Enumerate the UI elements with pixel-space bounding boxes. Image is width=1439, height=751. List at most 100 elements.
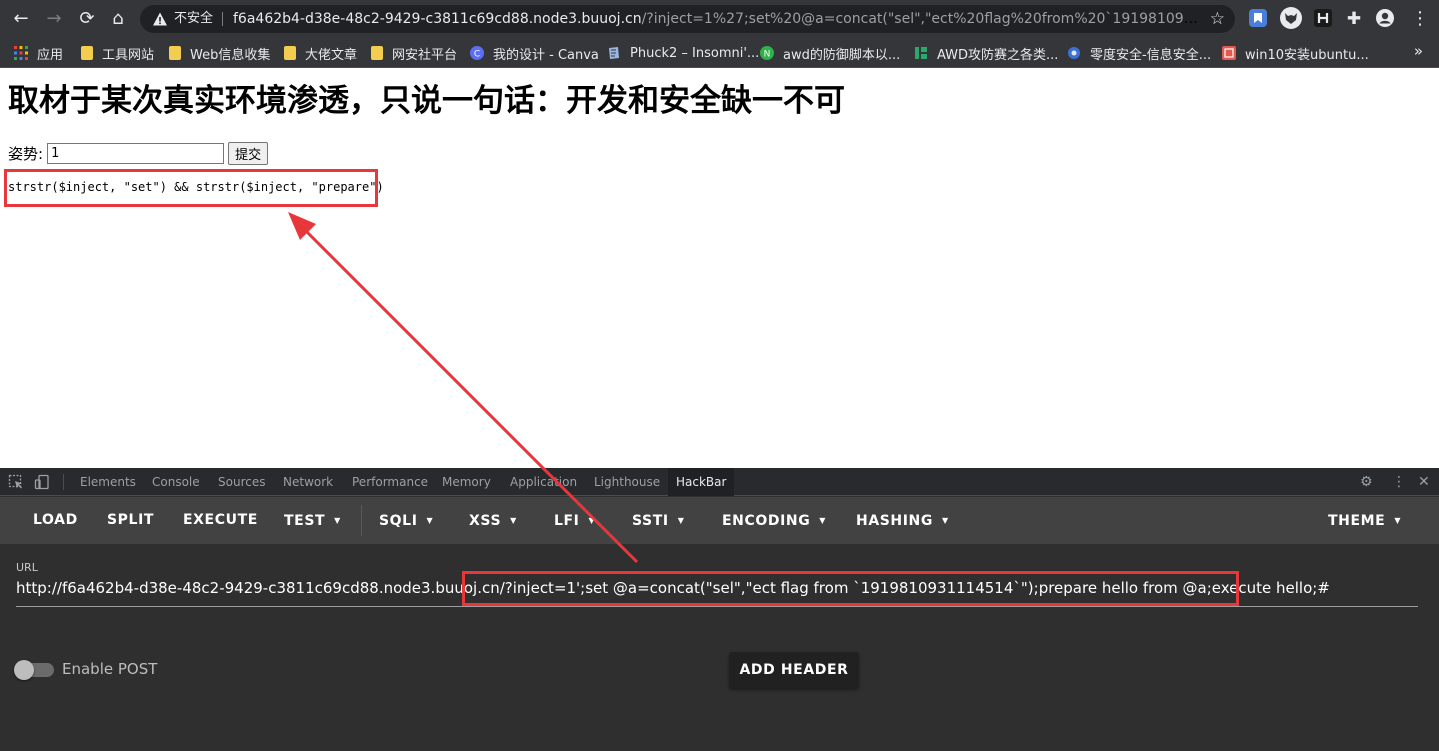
lfi-menu[interactable]: LFI ▼ — [554, 497, 595, 544]
reload-icon[interactable]: ⟳ — [75, 7, 99, 31]
menu-label: EXECUTE — [183, 512, 258, 528]
bookmark-label: 应用 — [37, 47, 64, 63]
menu-label: HASHING — [856, 513, 933, 529]
add-header-button[interactable]: ADD HEADER — [729, 652, 859, 688]
address-url[interactable]: f6a462b4-d38e-48c2-9429-c3811c69cd88.nod… — [233, 11, 1198, 27]
extension-bookmark-icon[interactable] — [1248, 8, 1268, 28]
url-host: f6a462b4-d38e-48c2-9429-c3811c69cd88.nod… — [233, 11, 642, 27]
menu-label: THEME — [1328, 513, 1386, 529]
extension-fox-icon[interactable] — [1279, 6, 1303, 30]
tab-lighthouse[interactable]: Lighthouse — [594, 468, 660, 496]
green-blocks-icon — [915, 47, 927, 59]
bookmark-folder[interactable]: 网安社平台 — [371, 43, 457, 63]
svg-text:C: C — [474, 50, 480, 60]
toggle-knob — [14, 660, 34, 680]
inspect-cursor-icon[interactable] — [8, 474, 24, 490]
devtools-menu-icon[interactable]: ⋮ — [1392, 473, 1406, 491]
menu-label: SPLIT — [107, 512, 155, 528]
bookmark-apps[interactable]: 应用 — [14, 43, 63, 63]
svg-text:N: N — [764, 50, 771, 60]
sqli-menu[interactable]: SQLI ▼ — [379, 497, 433, 544]
menu-divider — [361, 505, 362, 536]
split-button[interactable]: SPLIT — [107, 497, 154, 544]
folder-icon — [81, 46, 93, 60]
extension-hackbar-icon[interactable] — [1313, 8, 1333, 28]
bookmark-zero-security[interactable]: 零度安全-信息安全... — [1067, 43, 1211, 63]
submit-button[interactable]: 提交 — [228, 142, 269, 165]
tab-application[interactable]: Application — [510, 468, 577, 496]
back-arrow-icon[interactable]: ← — [9, 7, 33, 31]
bookmark-folder[interactable]: 工具网站 — [81, 43, 154, 63]
forward-arrow-icon[interactable]: → — [42, 7, 66, 31]
tab-network[interactable]: Network — [283, 468, 333, 496]
menu-kebab-icon[interactable]: ⋮ — [1408, 7, 1432, 31]
page-title: 取材于某次真实环境渗透，只说一句话：开发和安全缺一不可 — [8, 83, 845, 119]
tab-console[interactable]: Console — [152, 468, 200, 496]
field-label: 姿势: — [8, 145, 44, 163]
close-icon[interactable]: ✕ — [1418, 473, 1430, 491]
inject-input[interactable] — [47, 143, 225, 164]
highlight-box-output — [4, 169, 378, 207]
device-toggle-icon[interactable] — [34, 474, 50, 490]
load-button[interactable]: LOAD — [33, 497, 78, 544]
bookmark-label: AWD攻防赛之各类... — [937, 47, 1059, 63]
hashing-menu[interactable]: HASHING ▼ — [856, 497, 949, 544]
address-bar[interactable]: 不安全 f6a462b4-d38e-48c2-9429-c3811c69cd88… — [140, 5, 1235, 33]
bookmark-label: 工具网站 — [102, 47, 155, 63]
home-icon[interactable]: ⌂ — [106, 7, 130, 31]
menu-label: TEST — [284, 513, 326, 529]
bookmark-label: Phuck2 – Insomni'... — [630, 45, 760, 61]
url-path: /?inject=1%27;set%20@a=concat("sel","ect… — [641, 11, 1198, 27]
url-field-label: URL — [16, 561, 38, 574]
test-menu[interactable]: TEST ▼ — [284, 497, 341, 544]
devtools-tab-bar: Elements Console Sources Network Perform… — [0, 468, 1439, 496]
encoding-menu[interactable]: ENCODING ▼ — [722, 497, 826, 544]
bookmark-folder[interactable]: Web信息收集 — [169, 43, 270, 63]
bookmark-folder[interactable]: 大佬文章 — [284, 43, 357, 63]
enable-post-label: Enable POST — [62, 660, 158, 678]
ssti-menu[interactable]: SSTI ▼ — [632, 497, 684, 544]
folder-icon — [371, 46, 383, 60]
bookmark-awd-attack[interactable]: AWD攻防赛之各类... — [914, 43, 1058, 63]
caret-down-icon: ▼ — [426, 516, 434, 525]
bookmark-awd-defense[interactable]: N awd的防御脚本以... — [760, 43, 900, 63]
execute-button[interactable]: EXECUTE — [183, 497, 258, 544]
theme-menu[interactable]: THEME ▼ — [1328, 497, 1401, 544]
folder-icon — [169, 46, 181, 60]
settings-gear-icon[interactable]: ⚙ — [1360, 473, 1373, 491]
tab-memory[interactable]: Memory — [442, 468, 491, 496]
menu-label: XSS — [469, 513, 502, 529]
tab-performance[interactable]: Performance — [352, 468, 428, 496]
caret-down-icon: ▼ — [819, 516, 827, 525]
menu-label: SSTI — [632, 513, 669, 529]
bookmarks-bar: 应用 工具网站 Web信息收集 大佬文章 网安社平台 C 我的设计 - Canv… — [0, 37, 1439, 68]
caret-down-icon: ▼ — [941, 516, 949, 525]
bookmark-label: 大佬文章 — [305, 47, 358, 63]
profile-avatar-icon[interactable] — [1375, 8, 1395, 28]
tab-elements[interactable]: Elements — [80, 468, 136, 496]
bookmark-win10-ubuntu[interactable]: win10安装ubuntu... — [1222, 43, 1369, 63]
enable-post-toggle[interactable] — [14, 660, 54, 680]
bookmark-star-icon[interactable]: ☆ — [1210, 9, 1225, 29]
extensions-puzzle-icon[interactable]: ✚ — [1342, 7, 1366, 31]
warning-icon — [153, 12, 167, 26]
caret-down-icon: ▼ — [1394, 516, 1402, 525]
highlight-box-payload — [462, 571, 1239, 606]
bookmark-label: Web信息收集 — [190, 47, 271, 63]
bookmark-label: 我的设计 - Canva — [493, 47, 599, 63]
bookmark-phuck[interactable]: Phuck2 – Insomni'... — [607, 43, 759, 63]
omnibox-divider — [222, 12, 223, 26]
security-status[interactable]: 不安全 — [174, 11, 213, 27]
bookmarks-overflow-icon[interactable]: » — [1414, 42, 1423, 60]
canva-logo-icon: C — [470, 46, 484, 60]
document-icon — [609, 47, 619, 59]
bookmark-label: 零度安全-信息安全... — [1090, 47, 1212, 63]
menu-label: ENCODING — [722, 513, 811, 529]
arrow-head — [288, 212, 316, 240]
caret-down-icon: ▼ — [677, 516, 685, 525]
bookmark-canva[interactable]: C 我的设计 - Canva — [470, 43, 599, 63]
tab-hackbar[interactable]: HackBar — [668, 468, 735, 496]
tab-sources[interactable]: Sources — [218, 468, 265, 496]
xss-menu[interactable]: XSS ▼ — [469, 497, 517, 544]
devtools-divider — [63, 474, 64, 490]
